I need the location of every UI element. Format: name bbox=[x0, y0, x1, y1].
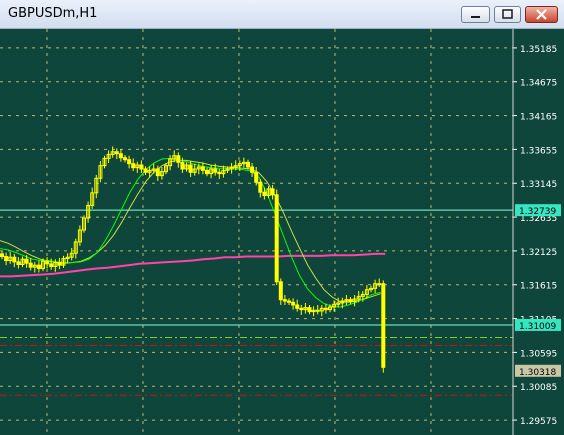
minimize-button[interactable] bbox=[461, 6, 490, 23]
candle-body bbox=[278, 281, 283, 301]
price-label: 1.30318 bbox=[519, 368, 556, 378]
candle-body bbox=[16, 261, 21, 266]
axis-tick-label: 1.31615 bbox=[520, 282, 557, 292]
candle-body bbox=[0, 253, 4, 258]
ma-medium-line bbox=[0, 159, 381, 303]
candle-body bbox=[381, 283, 386, 368]
candle-body bbox=[254, 171, 259, 183]
price-label: 1.31009 bbox=[519, 322, 556, 332]
candle-body bbox=[114, 151, 119, 155]
candle-body bbox=[28, 262, 33, 268]
minimize-icon bbox=[471, 16, 480, 18]
candle-body bbox=[299, 307, 304, 311]
candle-body bbox=[205, 169, 209, 175]
chart-window: GBPUSDm,H1 1.35185 1.34675 1.34165 1.33655 1… bbox=[0, 0, 564, 435]
candle-body bbox=[213, 168, 218, 173]
candle-body bbox=[348, 299, 353, 303]
candle-body bbox=[123, 157, 127, 161]
candle-body bbox=[24, 258, 29, 264]
candle-body bbox=[217, 171, 222, 175]
axis-tick-label: 1.35185 bbox=[520, 45, 557, 55]
close-icon bbox=[536, 9, 547, 20]
candle-body bbox=[246, 161, 250, 168]
candle-body bbox=[118, 153, 123, 159]
candle-body bbox=[287, 300, 291, 303]
axis-tick-label: 1.33145 bbox=[520, 180, 557, 190]
candle-body bbox=[200, 166, 205, 171]
candle-body bbox=[143, 168, 148, 173]
candle-body bbox=[258, 181, 263, 193]
candle-body bbox=[131, 163, 136, 169]
price-axis: 1.351851.346751.341651.336551.331451.326… bbox=[512, 29, 561, 435]
candle-body bbox=[323, 307, 328, 311]
candle-body bbox=[188, 164, 193, 173]
candle-body bbox=[180, 161, 185, 170]
candle-body bbox=[4, 256, 9, 262]
maximize-button[interactable] bbox=[494, 6, 521, 23]
title-bar[interactable]: GBPUSDm,H1 bbox=[0, 0, 564, 29]
axis-tick-label: 1.30085 bbox=[520, 383, 557, 393]
candle-body bbox=[155, 168, 160, 177]
candle-body bbox=[270, 188, 275, 196]
candle-body bbox=[282, 299, 287, 302]
candle-body bbox=[295, 304, 300, 309]
axis-tick-label: 1.29575 bbox=[520, 417, 557, 427]
axis-tick-label: 1.32125 bbox=[520, 248, 557, 258]
candle-body bbox=[49, 263, 54, 267]
candle-body bbox=[127, 159, 132, 165]
price-chart[interactable]: 1.351851.346751.341651.336551.331451.326… bbox=[0, 29, 564, 435]
candle-body bbox=[176, 155, 181, 163]
axis-tick-label: 1.30595 bbox=[520, 349, 557, 359]
close-button[interactable] bbox=[525, 6, 558, 23]
maximize-icon bbox=[502, 9, 513, 19]
candle-body bbox=[315, 309, 320, 312]
candle-body bbox=[250, 166, 255, 173]
candle-body bbox=[307, 307, 312, 313]
candle-body bbox=[291, 301, 296, 306]
chart-grid bbox=[0, 29, 513, 435]
axis-tick-label: 1.34675 bbox=[520, 79, 557, 89]
candle-body bbox=[377, 283, 382, 286]
axis-tick-label: 1.34165 bbox=[520, 113, 557, 123]
axis-tick-label: 1.33655 bbox=[520, 146, 557, 156]
price-label: 1.32739 bbox=[519, 207, 556, 217]
candle-body bbox=[57, 262, 62, 266]
candle-body bbox=[45, 260, 50, 265]
candle-body bbox=[274, 194, 279, 283]
candle-body bbox=[139, 164, 144, 170]
candle-body bbox=[262, 191, 267, 197]
window-title: GBPUSDm,H1 bbox=[8, 6, 98, 21]
candle-body bbox=[36, 264, 41, 269]
horizontal-levels bbox=[0, 209, 513, 396]
candle-body bbox=[12, 256, 17, 263]
